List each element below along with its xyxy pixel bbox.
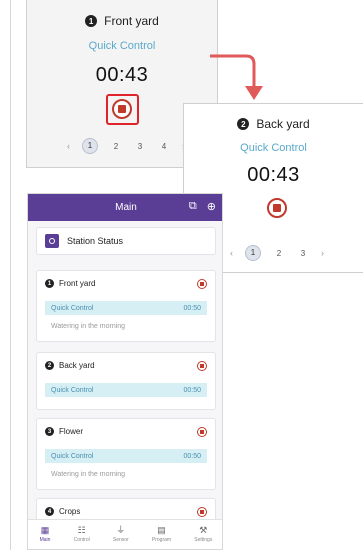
page-button[interactable]: 1 [245, 245, 261, 261]
quick-control-label: Quick Control [51, 452, 94, 460]
zone-card[interactable]: 3 Flower Quick Control 00:50 Watering in… [36, 418, 216, 490]
stop-button[interactable] [197, 361, 207, 371]
zone-header: 3 Flower [45, 427, 83, 436]
prev-page-button[interactable]: ‹ [230, 248, 233, 258]
next-page-button[interactable]: › [321, 248, 324, 258]
quick-control-row: Quick Control 00:50 [45, 301, 207, 315]
stop-button[interactable] [197, 507, 207, 517]
quick-control-label: Quick Control [51, 304, 94, 312]
tab-settings[interactable]: ⚒ Settings [194, 525, 213, 544]
zone-number-badge: 1 [45, 279, 54, 288]
grid-icon: ▦ [40, 525, 50, 535]
quick-control-row: Quick Control 00:50 [45, 383, 207, 397]
page-title: Main [115, 202, 137, 213]
countdown-time: 00:43 [247, 164, 300, 186]
stop-button[interactable] [197, 427, 207, 437]
stop-icon [200, 364, 204, 368]
remaining-time: 00:50 [183, 386, 201, 394]
zone-number-badge: 4 [45, 507, 54, 516]
tab-program[interactable]: ▤ Program [151, 525, 172, 544]
sensor-icon: ⏚ [116, 525, 126, 535]
app-header: Main ⧉ ⊕ [28, 194, 222, 221]
tools-icon: ⚒ [199, 525, 208, 535]
quick-control-label: Quick Control [51, 386, 94, 394]
stop-icon [200, 510, 204, 514]
zone-header: 2 Back yard [184, 117, 363, 131]
tab-sensor[interactable]: ⏚ Sensor [112, 525, 129, 544]
tab-label: Main [39, 537, 51, 543]
zone-header: 4 Crops [45, 507, 80, 516]
program-note: Watering in the morning [51, 471, 126, 478]
phone-main-screen: Main ⧉ ⊕ Station Status 1 Front yard Qui… [27, 193, 223, 550]
station-icon [45, 234, 59, 248]
zone-card[interactable]: 2 Back yard Quick Control 00:50 [36, 352, 216, 410]
zone-header: 2 Back yard [45, 361, 95, 370]
quick-control-label: Quick Control [240, 142, 307, 154]
zone-card[interactable]: 1 Front yard Quick Control 00:50 Waterin… [36, 270, 216, 342]
zone-name: Front yard [59, 279, 96, 288]
zone-header: 1 Front yard [45, 279, 95, 288]
zone-name: Back yard [59, 361, 95, 370]
zone-name: Flower [59, 427, 84, 436]
list-icon: ☷ [77, 525, 86, 535]
tab-label: Control [73, 537, 90, 543]
zone-name: Back yard [256, 117, 310, 131]
zone-number-badge: 3 [45, 427, 54, 436]
tab-main[interactable]: ▦ Main [39, 525, 51, 544]
page-button[interactable]: 3 [297, 249, 309, 258]
station-status-title: Station Status [67, 236, 124, 246]
zone-name: Crops [59, 507, 81, 516]
zone-number-badge: 2 [45, 361, 54, 370]
globe-icon[interactable]: ⊕ [207, 200, 216, 213]
tab-label: Settings [194, 537, 213, 543]
program-note: Watering in the morning [51, 323, 126, 330]
bottom-tab-bar: ▦ Main ☷ Control ⏚ Sensor ▤ Program ⚒ Se… [28, 519, 222, 549]
zone-number-badge: 2 [237, 118, 250, 130]
station-status-header: Station Status [36, 227, 216, 255]
stop-icon [273, 204, 281, 212]
stop-icon [200, 430, 204, 434]
pagination: ‹ 1 2 3 › [230, 245, 324, 261]
tab-label: Sensor [112, 537, 129, 543]
header-actions: ⧉ ⊕ [189, 200, 216, 213]
page-button[interactable]: 2 [273, 249, 285, 258]
stop-button[interactable] [267, 198, 287, 218]
tab-label: Program [151, 537, 172, 543]
remaining-time: 00:50 [183, 452, 201, 460]
quick-control-row: Quick Control 00:50 [45, 449, 207, 463]
stop-icon [200, 282, 204, 286]
tab-control[interactable]: ☷ Control [73, 525, 90, 544]
edit-image-icon[interactable]: ⧉ [189, 200, 197, 213]
calendar-icon: ▤ [157, 525, 166, 535]
remaining-time: 00:50 [183, 304, 201, 312]
stop-button[interactable] [197, 279, 207, 289]
